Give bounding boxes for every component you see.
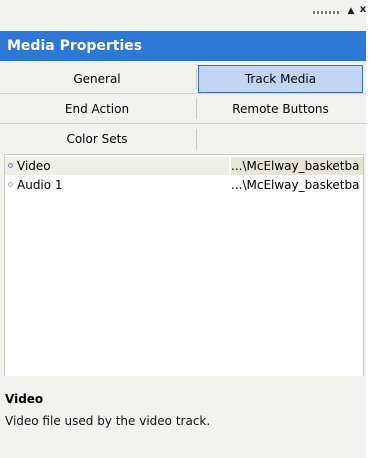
panel-header: Media Properties	[0, 31, 366, 61]
description-title: Video	[5, 392, 44, 406]
track-file-path[interactable]: ...\McElway_basketba	[231, 157, 363, 175]
track-row-audio-1[interactable]: Audio 1 ...\McElway_basketba	[5, 176, 363, 194]
tab-remote-buttons[interactable]: Remote Buttons	[198, 95, 363, 123]
track-name: Audio 1	[17, 178, 63, 192]
panel-title: Media Properties	[7, 38, 143, 54]
track-name-cell[interactable]: Audio 1	[5, 176, 229, 194]
tab-general[interactable]: General	[0, 65, 194, 93]
media-properties-panel: ▲ x Media Properties General Track Media…	[0, 0, 366, 458]
tab-row-divider	[0, 93, 366, 94]
tab-track-media[interactable]: Track Media	[198, 65, 363, 93]
tab-row-divider	[0, 123, 366, 124]
tab-divider	[196, 99, 197, 119]
tab-divider	[196, 129, 197, 149]
drag-grip-icon[interactable]	[313, 11, 339, 14]
track-row-video[interactable]: Video ...\McElway_basketba	[5, 157, 363, 175]
tab-divider	[196, 69, 197, 89]
description-pane: Video Video file used by the video track…	[0, 376, 366, 458]
track-file-path[interactable]: ...\McElway_basketba	[231, 176, 363, 194]
tab-end-action[interactable]: End Action	[0, 95, 194, 123]
track-name-cell[interactable]: Video	[5, 157, 229, 175]
panel-titlebar: ▲ x	[0, 0, 366, 30]
tab-color-sets[interactable]: Color Sets	[0, 125, 194, 153]
track-bullet-icon	[8, 182, 13, 187]
track-bullet-icon	[8, 163, 13, 168]
collapse-icon[interactable]: ▲	[346, 5, 356, 17]
track-list: Video ...\McElway_basketba Audio 1 ...\M…	[4, 154, 364, 377]
property-tabs: General Track Media End Action Remote Bu…	[0, 62, 366, 152]
close-icon[interactable]: x	[358, 4, 368, 16]
description-text: Video file used by the video track.	[5, 414, 211, 428]
track-name: Video	[17, 159, 51, 173]
